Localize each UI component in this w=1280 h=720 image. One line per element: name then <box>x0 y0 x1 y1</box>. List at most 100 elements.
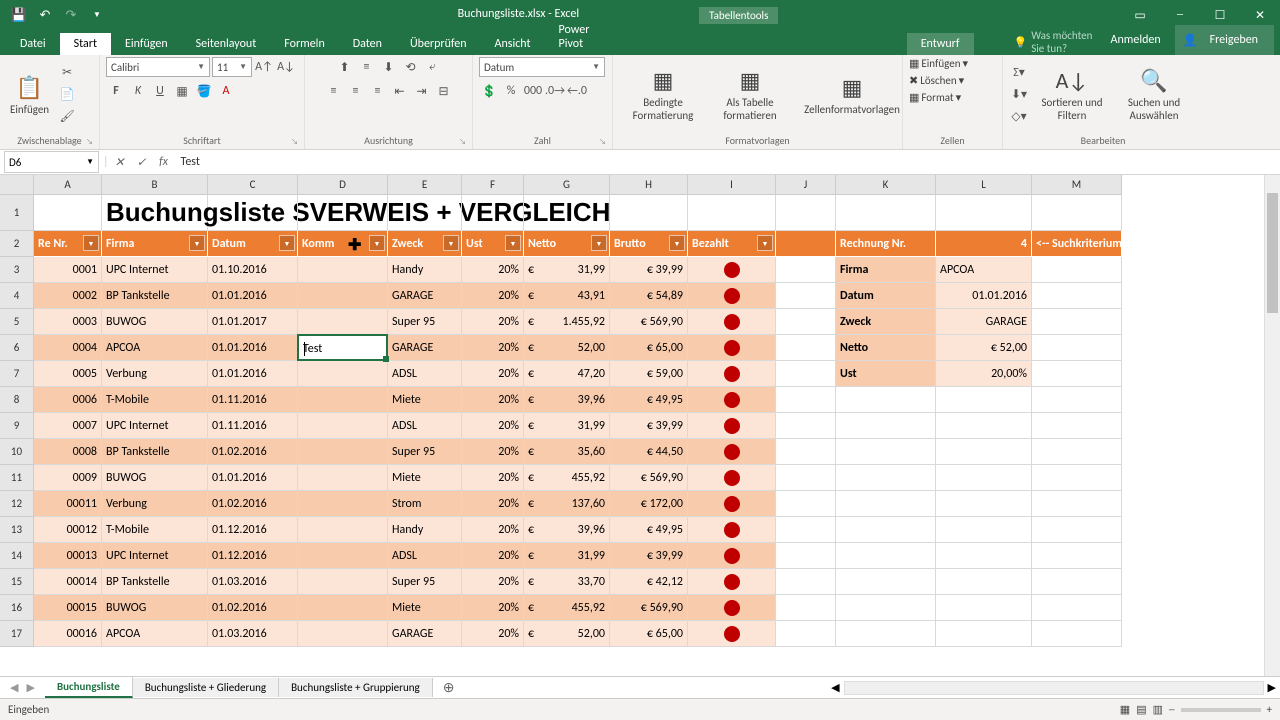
cell[interactable] <box>936 491 1032 517</box>
cell[interactable] <box>298 195 388 231</box>
cell[interactable]: 00013 <box>34 543 102 569</box>
cell[interactable] <box>388 195 462 231</box>
cell[interactable]: Bezahlt▼ <box>688 231 776 257</box>
cell[interactable] <box>776 439 836 465</box>
cell[interactable]: 0002 <box>34 283 102 309</box>
cell[interactable] <box>688 595 776 621</box>
tab-einfuegen[interactable]: Einfügen <box>111 33 182 55</box>
confirm-edit-icon[interactable]: ✓ <box>131 155 153 170</box>
share-button[interactable]: 👤 Freigeben <box>1175 25 1274 55</box>
worksheet-grid[interactable]: ABCDEFGHIJKLM 1234567891011121314151617 … <box>0 175 1280 680</box>
cell[interactable]: 01.02.2016 <box>208 439 298 465</box>
cell[interactable] <box>1032 465 1122 491</box>
cell[interactable]: 20% <box>462 335 524 361</box>
cell[interactable] <box>688 439 776 465</box>
cell[interactable]: Super 95 <box>388 439 462 465</box>
cell[interactable] <box>688 413 776 439</box>
cell[interactable]: 20,00% <box>936 361 1032 387</box>
cell[interactable] <box>1032 387 1122 413</box>
font-name-combo[interactable]: Calibri▼ <box>106 57 210 77</box>
zoom-out-icon[interactable]: ─ <box>1169 703 1175 716</box>
cell[interactable]: Firma▼ <box>102 231 208 257</box>
cell[interactable]: 01.01.2016 <box>208 361 298 387</box>
cell[interactable] <box>1032 439 1122 465</box>
cell[interactable] <box>776 569 836 595</box>
cell[interactable] <box>776 465 836 491</box>
increase-indent-icon[interactable]: ⇥ <box>412 81 432 101</box>
cell[interactable]: € 65,00 <box>610 335 688 361</box>
format-as-table-button[interactable]: ▦Als Tabelle formatieren <box>711 65 789 124</box>
copy-icon[interactable]: 📄 <box>57 85 77 105</box>
cell[interactable] <box>298 595 388 621</box>
fill-icon[interactable]: ⬇▾ <box>1009 85 1029 105</box>
cell-styles-button[interactable]: ▦Zellenformatvorlagen <box>793 72 911 118</box>
sheet-nav-prev-icon[interactable]: ◀ <box>10 681 18 694</box>
cell[interactable]: UPC Internet <box>102 413 208 439</box>
save-icon[interactable]: 💾 <box>8 4 30 26</box>
redo-icon[interactable]: ↷ <box>60 4 82 26</box>
cell[interactable] <box>298 621 388 647</box>
filter-dropdown-icon[interactable]: ▼ <box>757 235 773 251</box>
qat-dropdown-icon[interactable]: ▼ <box>86 4 108 26</box>
horizontal-scrollbar[interactable]: ◀▶ <box>827 681 1280 695</box>
cell[interactable] <box>936 413 1032 439</box>
cell[interactable]: € 569,90 <box>610 595 688 621</box>
cell[interactable]: Re Nr.▼ <box>34 231 102 257</box>
cell[interactable] <box>836 491 936 517</box>
cell[interactable] <box>776 413 836 439</box>
cell[interactable]: Datum <box>836 283 936 309</box>
cell[interactable] <box>776 595 836 621</box>
cell[interactable]: Brutto▼ <box>610 231 688 257</box>
cell[interactable]: 20% <box>462 569 524 595</box>
cell[interactable]: APCOA <box>102 335 208 361</box>
cell[interactable] <box>776 491 836 517</box>
cell[interactable]: ADSL <box>388 413 462 439</box>
cell[interactable] <box>1032 543 1122 569</box>
cell[interactable]: <-- Suchkriterium <box>1032 231 1122 257</box>
cell[interactable] <box>836 517 936 543</box>
sheet-tab-2[interactable]: Buchungsliste + Gliederung <box>133 678 279 697</box>
cell[interactable] <box>688 517 776 543</box>
cell[interactable] <box>298 257 388 283</box>
cell[interactable]: T-Mobile <box>102 387 208 413</box>
cell[interactable]: Verbung <box>102 361 208 387</box>
cell[interactable] <box>776 517 836 543</box>
cell[interactable]: APCOA <box>936 257 1032 283</box>
cell[interactable] <box>776 195 836 231</box>
cell[interactable]: Super 95 <box>388 569 462 595</box>
sheet-nav-next-icon[interactable]: ▶ <box>26 681 34 694</box>
cell[interactable] <box>1032 517 1122 543</box>
filter-dropdown-icon[interactable]: ▼ <box>279 235 295 251</box>
font-color-icon[interactable]: A <box>216 81 236 101</box>
cell[interactable]: 0009 <box>34 465 102 491</box>
cell[interactable]: 0004 <box>34 335 102 361</box>
shrink-font-icon[interactable]: A↓ <box>276 57 296 77</box>
cell[interactable] <box>298 439 388 465</box>
cell[interactable] <box>936 543 1032 569</box>
cell[interactable] <box>836 569 936 595</box>
cell[interactable]: APCOA <box>102 621 208 647</box>
zoom-in-icon[interactable]: + <box>1267 703 1272 716</box>
cell[interactable] <box>1032 309 1122 335</box>
cell[interactable] <box>936 387 1032 413</box>
cell[interactable]: 01.02.2016 <box>208 491 298 517</box>
cell[interactable] <box>1032 283 1122 309</box>
cut-icon[interactable]: ✂ <box>57 63 77 83</box>
cell[interactable] <box>776 361 836 387</box>
tab-formeln[interactable]: Formeln <box>270 33 338 55</box>
cell[interactable]: Handy <box>388 517 462 543</box>
cell[interactable]: € 569,90 <box>610 465 688 491</box>
cell[interactable]: Miete <box>388 387 462 413</box>
clear-icon[interactable]: ◇▾ <box>1009 107 1029 127</box>
cell[interactable] <box>1032 569 1122 595</box>
cell[interactable]: €31,99 <box>524 413 610 439</box>
cell[interactable]: 20% <box>462 491 524 517</box>
cell[interactable]: 01.01.2016 <box>208 283 298 309</box>
cell[interactable] <box>688 621 776 647</box>
cell[interactable] <box>936 517 1032 543</box>
cell[interactable] <box>298 517 388 543</box>
sort-filter-button[interactable]: A↓Sortieren und Filtern <box>1033 65 1111 124</box>
cell[interactable]: 20% <box>462 309 524 335</box>
cell[interactable] <box>836 413 936 439</box>
cell[interactable]: €1.455,92 <box>524 309 610 335</box>
